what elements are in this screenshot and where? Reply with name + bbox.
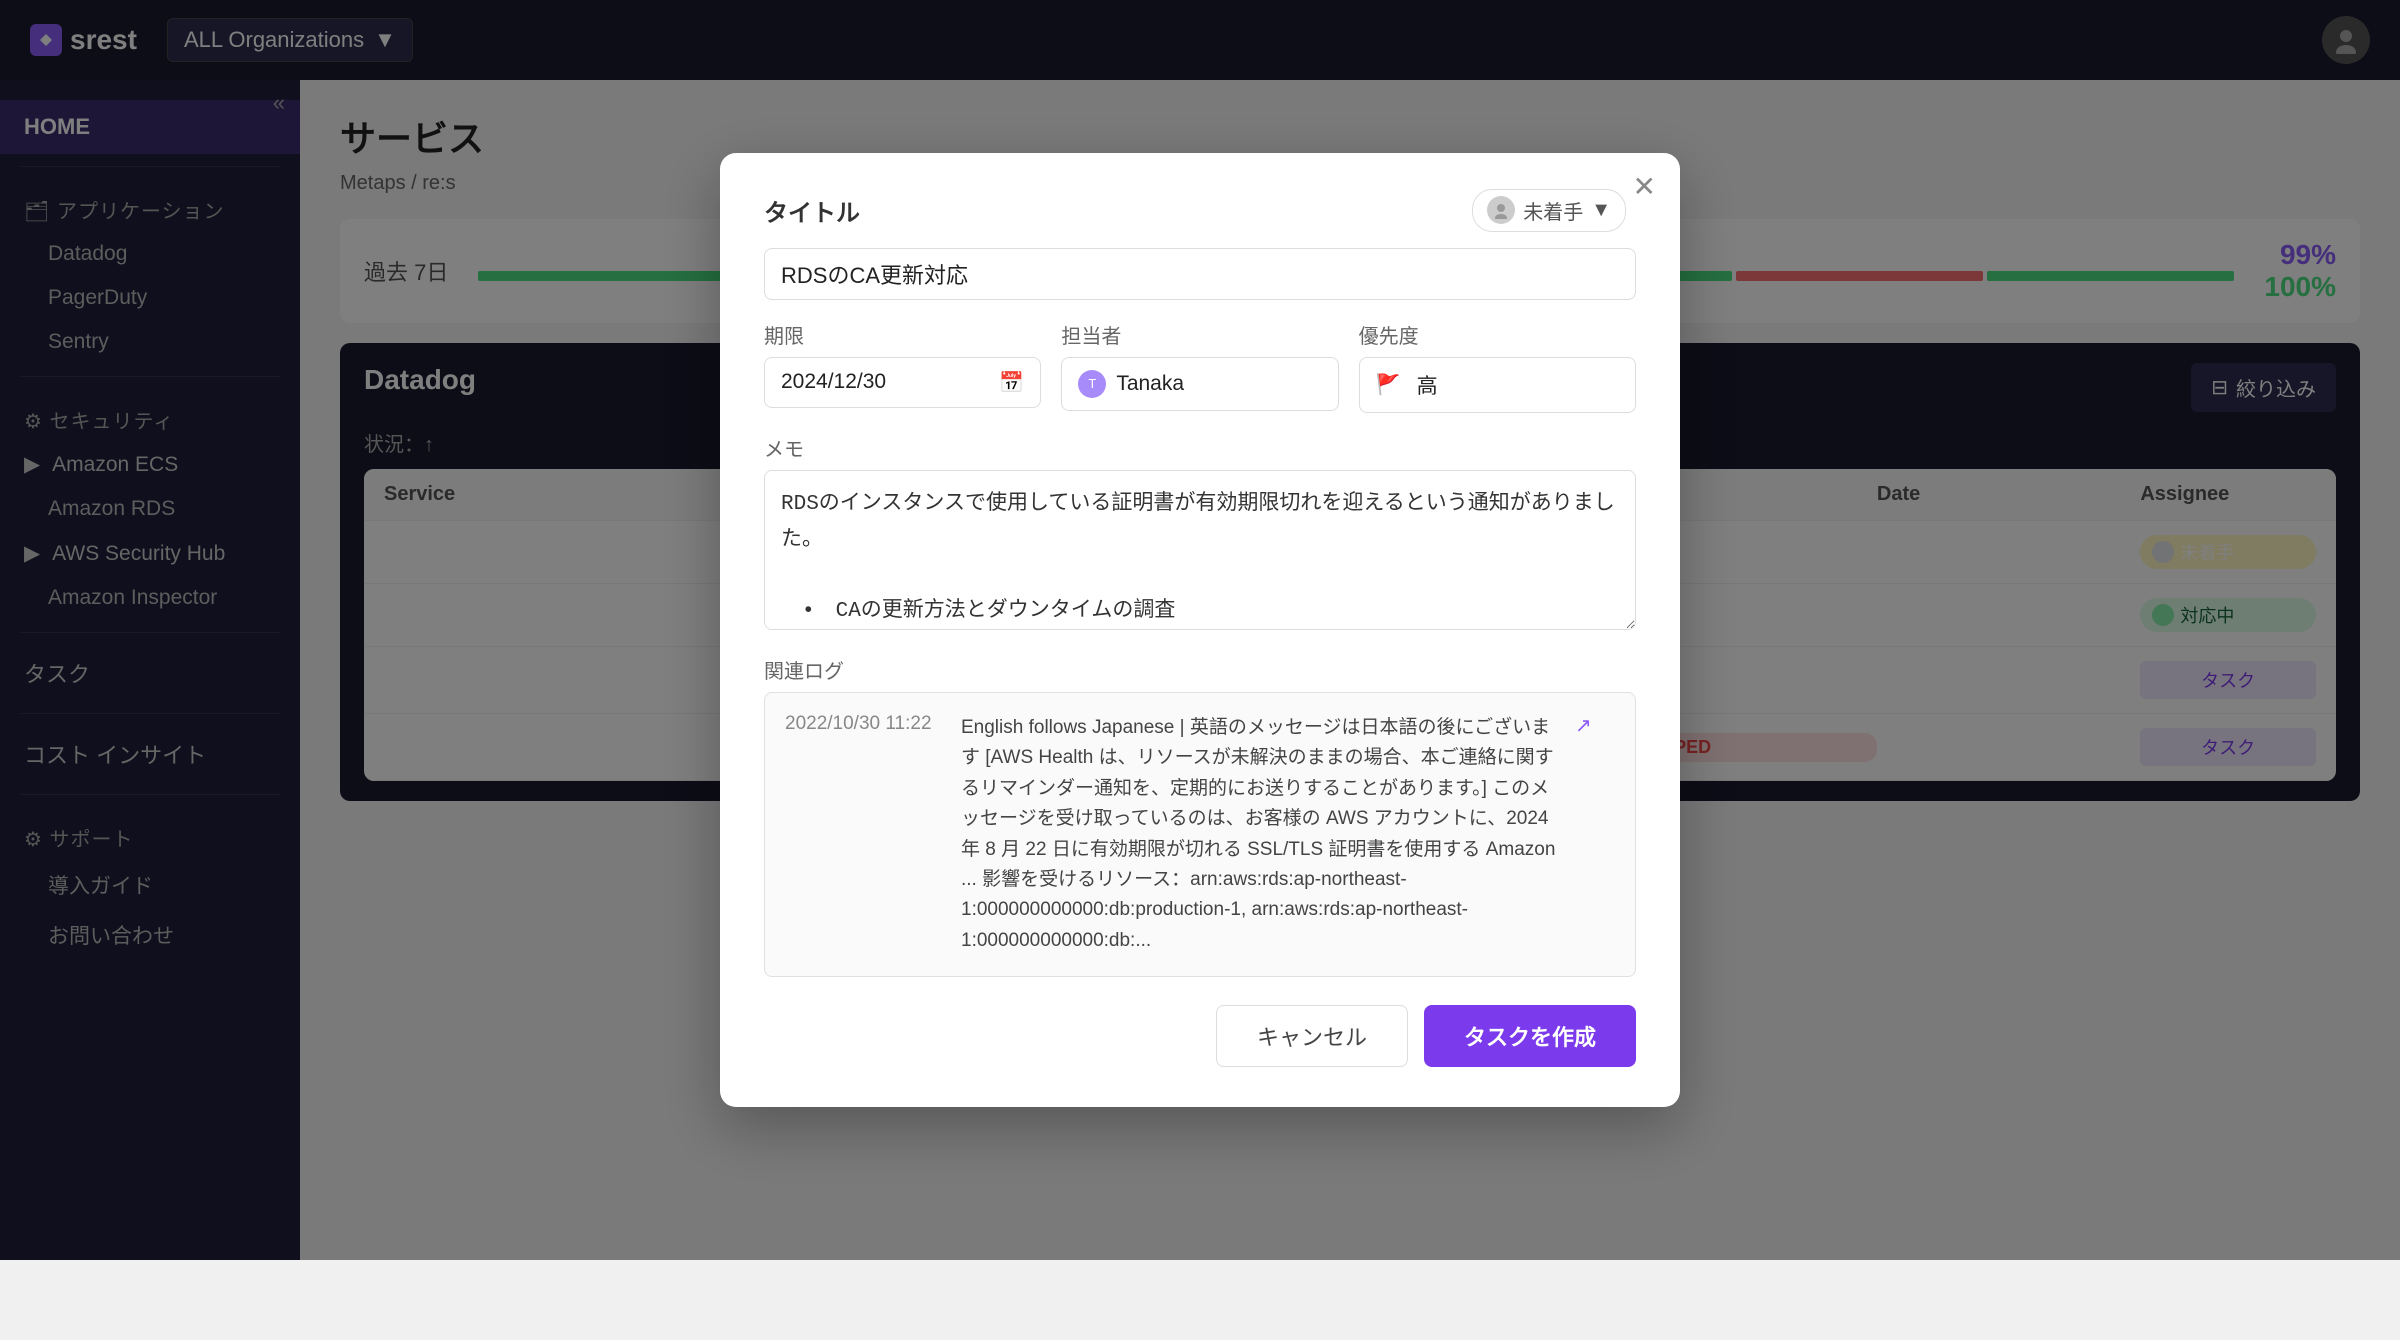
deadline-field: 期限 2024/12/30 📅 [764,320,1041,413]
unassigned-avatar [1487,196,1515,224]
modal-close-button[interactable]: ✕ [1633,173,1656,201]
modal-fields-row: 期限 2024/12/30 📅 担当者 T Tanaka 優先度 🚩 高 [764,320,1636,413]
log-external-link-icon[interactable]: ↗ [1575,713,1615,738]
modal-footer: キャンセル タスクを作成 [764,1005,1636,1067]
cancel-button[interactable]: キャンセル [1216,1005,1408,1067]
deadline-input[interactable]: 2024/12/30 📅 [764,357,1041,408]
modal-overlay: ✕ 未着手 ▼ タイトル 期限 2024/12/30 📅 [0,0,2400,1260]
log-text: English follows Japanese | 英語のメッセージは日本語の… [961,713,1559,956]
memo-textarea[interactable]: RDSのインスタンスで使用している証明書が有効期限切れを迎えるという通知がありま… [764,470,1636,630]
log-row: 2022/10/30 11:22 English follows Japanes… [785,713,1615,956]
priority-flag-icon: 🚩 [1376,372,1401,397]
create-task-button[interactable]: タスクを作成 [1424,1005,1636,1067]
priority-input[interactable]: 🚩 高 [1359,357,1636,413]
assignee-label: 担当者 [1061,320,1338,349]
assignee-avatar: T [1078,370,1106,398]
assignee-input[interactable]: T Tanaka [1061,357,1338,411]
assignee-field: 担当者 T Tanaka [1061,320,1338,413]
memo-label: メモ [764,433,1636,462]
log-container: 2022/10/30 11:22 English follows Japanes… [764,692,1636,977]
unassigned-chevron: ▼ [1591,199,1611,222]
modal-unassigned-badge[interactable]: 未着手 ▼ [1472,189,1626,232]
log-label: 関連ログ [764,655,1636,684]
unassigned-label: 未着手 [1523,196,1583,225]
log-timestamp: 2022/10/30 11:22 [785,713,945,735]
deadline-label: 期限 [764,320,1041,349]
task-modal: ✕ 未着手 ▼ タイトル 期限 2024/12/30 📅 [720,153,1680,1107]
calendar-icon: 📅 [999,370,1024,395]
deadline-value: 2024/12/30 [781,370,886,394]
assignee-value: Tanaka [1116,372,1184,396]
priority-value: 高 [1417,370,1438,400]
priority-label: 優先度 [1359,320,1636,349]
modal-title-input[interactable] [764,248,1636,300]
priority-field: 優先度 🚩 高 [1359,320,1636,413]
